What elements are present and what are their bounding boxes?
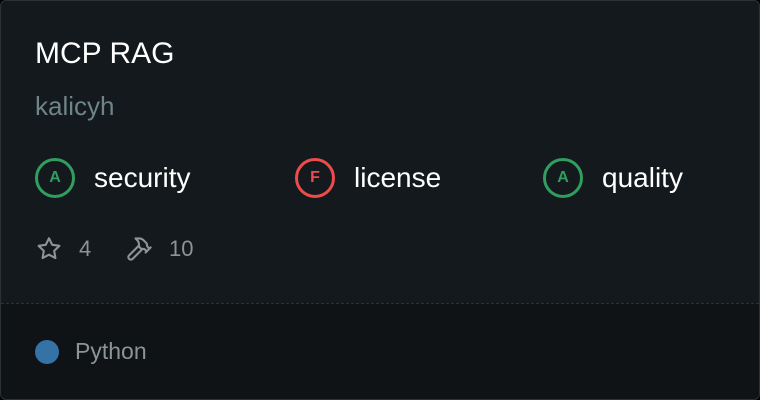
grade-label-security: security bbox=[94, 162, 191, 193]
tools-stat: 10 bbox=[125, 233, 193, 265]
language-color-dot bbox=[35, 339, 59, 364]
grade-label-license: license bbox=[354, 162, 442, 193]
hammer-icon bbox=[125, 235, 153, 263]
language-indicator: Python bbox=[35, 338, 147, 365]
server-card[interactable]: MCP RAG kalicyh A security F license A q… bbox=[0, 0, 760, 400]
grade-badge-quality: A bbox=[543, 158, 583, 198]
grade-badge-security: A bbox=[35, 158, 75, 198]
grade-security: A security bbox=[35, 156, 190, 200]
stars-stat: 4 bbox=[35, 233, 91, 265]
star-icon bbox=[35, 235, 63, 263]
stars-count: 4 bbox=[79, 236, 92, 261]
tools-count: 10 bbox=[169, 236, 194, 261]
card-author[interactable]: kalicyh bbox=[35, 90, 114, 122]
grade-quality: A quality bbox=[543, 156, 683, 200]
card-footer: Python bbox=[1, 303, 759, 399]
grade-badge-license: F bbox=[295, 158, 335, 198]
language-name: Python bbox=[75, 338, 147, 364]
card-title[interactable]: MCP RAG bbox=[35, 37, 174, 71]
grade-label-quality: quality bbox=[602, 162, 683, 193]
grade-license: F license bbox=[295, 156, 441, 200]
